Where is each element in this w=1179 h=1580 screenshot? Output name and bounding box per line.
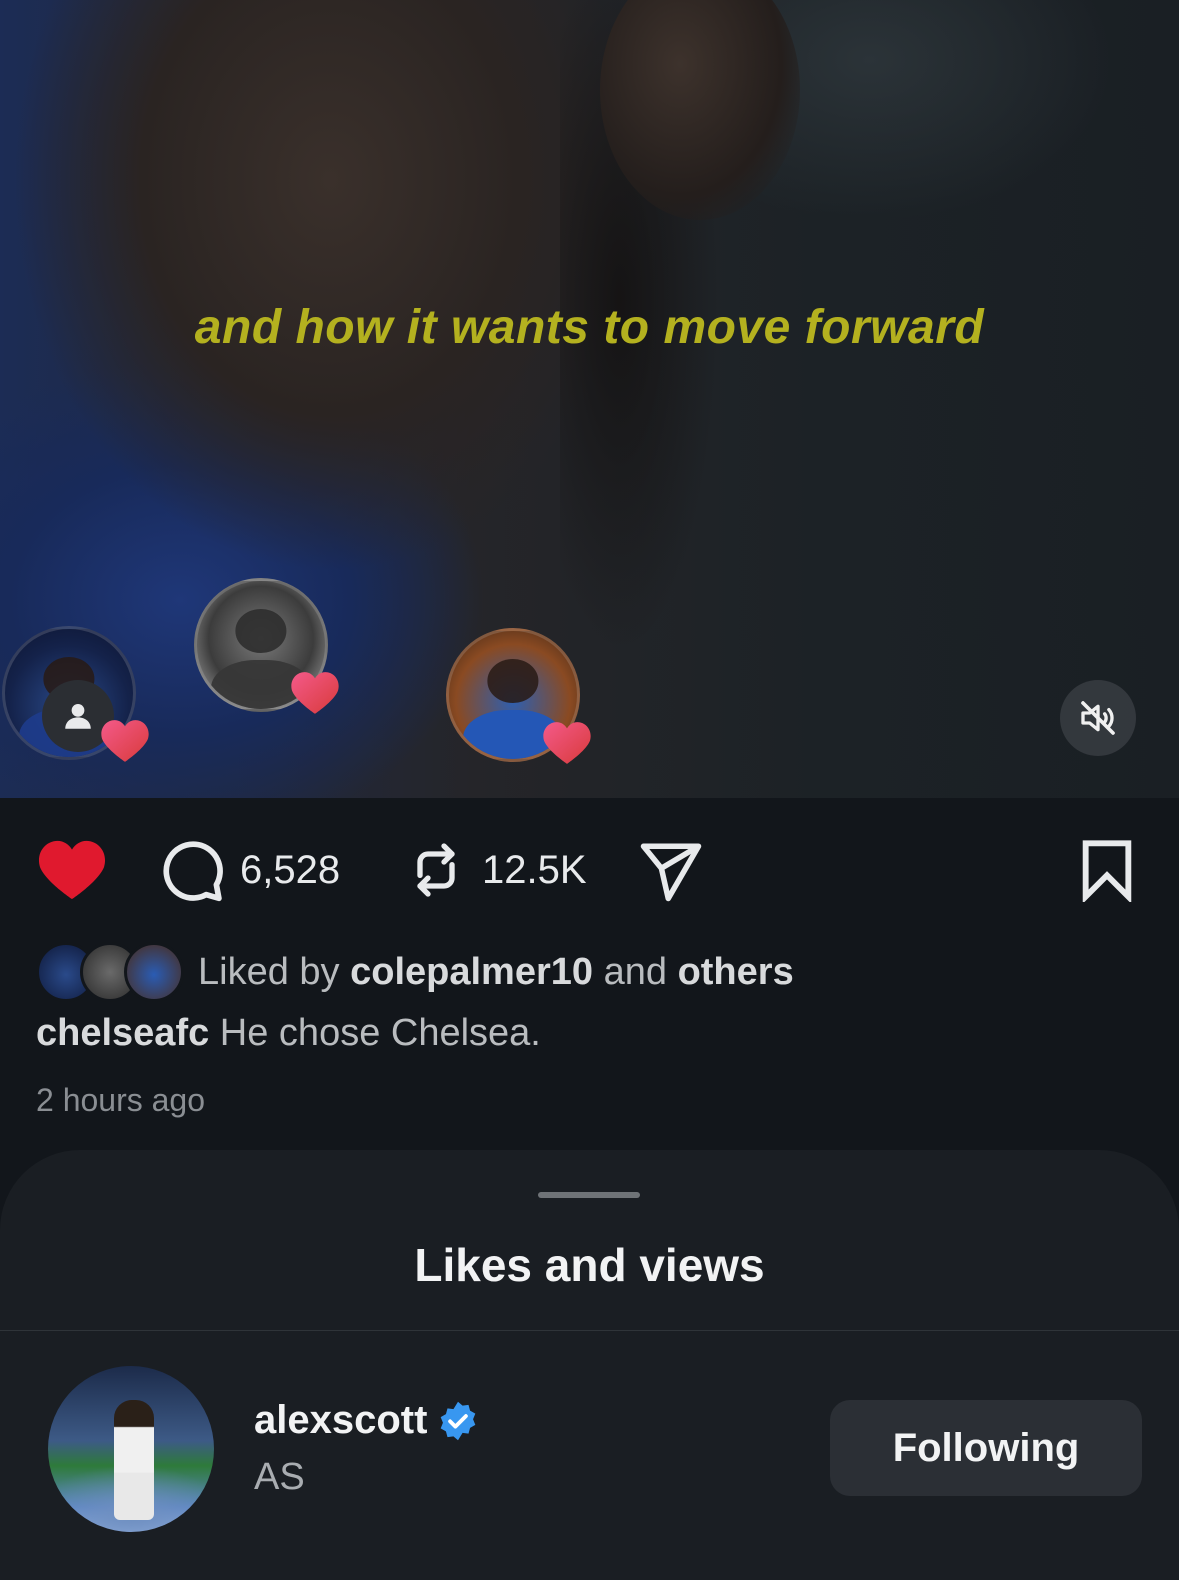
sheet-title: Likes and views [414, 1239, 765, 1291]
following-button[interactable]: Following [830, 1400, 1142, 1496]
liked-by-connector: and [603, 950, 667, 993]
comment-count: 6,528 [240, 847, 341, 892]
speaker-muted-icon [1081, 701, 1115, 735]
post-caption: chelseafc He chose Chelsea. [36, 1012, 541, 1055]
post-timestamp: 2 hours ago [36, 1082, 206, 1118]
avatar-figure [487, 659, 539, 703]
person-glyph [65, 703, 91, 729]
username-text: alexscott [254, 1398, 428, 1442]
sheet-drag-handle[interactable] [538, 1192, 640, 1198]
caption-text: He chose Chelsea. [219, 1012, 541, 1054]
bookmark-icon [1082, 840, 1132, 902]
video-subtitle: and how it wants to move forward [194, 301, 985, 354]
video-player[interactable]: and how it wants to move forward [0, 0, 1179, 798]
liked-by-others-link[interactable]: others [678, 951, 794, 993]
list-item-username[interactable]: alexscott [254, 1398, 479, 1443]
paper-plane-icon [640, 843, 702, 902]
post-action-bar: 6,528 12.5K [0, 832, 1179, 912]
heart-filled-icon [38, 840, 106, 900]
repost-button[interactable]: 12.5K [404, 838, 587, 902]
sheet-divider [0, 1330, 1179, 1331]
heart-badge-icon [101, 720, 149, 762]
liked-by-row[interactable]: Liked by colepalmer10 and others [36, 942, 794, 1002]
heart-badge-icon [543, 722, 591, 764]
share-button[interactable] [636, 838, 706, 904]
comment-button[interactable]: 6,528 [158, 836, 340, 904]
caption-account-link[interactable]: chelseafc [36, 1012, 209, 1054]
liked-by-user-link[interactable]: colepalmer10 [350, 951, 593, 993]
repost-icon [417, 843, 455, 897]
avatar[interactable] [48, 1366, 214, 1532]
repost-count: 12.5K [482, 847, 587, 892]
liked-by-text: Liked by colepalmer10 and others [198, 951, 794, 994]
verified-badge-icon [441, 1401, 476, 1440]
list-item-fullname: AS [254, 1456, 305, 1498]
save-button[interactable] [1078, 838, 1136, 902]
avatar-player [114, 1400, 154, 1520]
liked-by-prefix: Liked by [198, 950, 340, 993]
likes-bottom-sheet: Likes and views [0, 1150, 1179, 1580]
comment-bubble-icon [163, 841, 223, 902]
avatar-figure [235, 609, 287, 653]
mute-button[interactable] [1060, 680, 1136, 756]
like-button[interactable] [36, 838, 108, 902]
heart-badge-icon [291, 672, 339, 714]
liker-mini-avatar [124, 942, 184, 1002]
